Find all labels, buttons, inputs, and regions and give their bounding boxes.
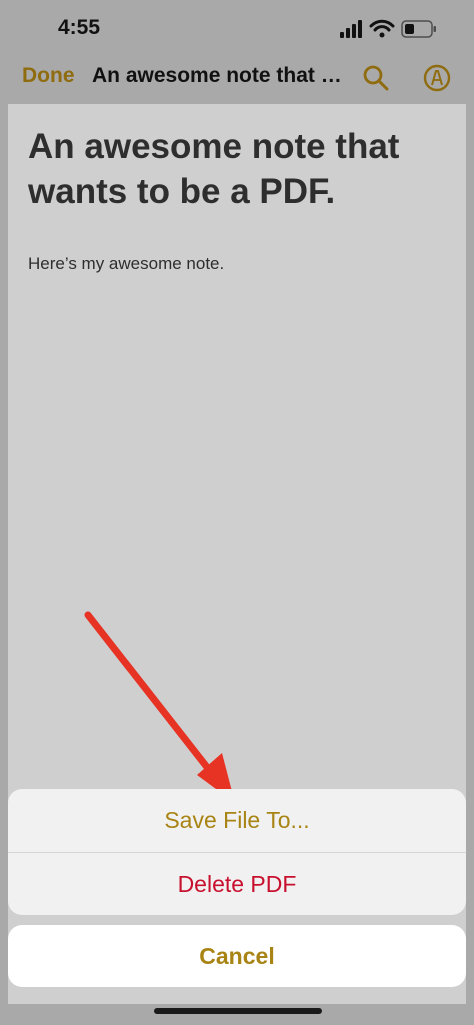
status-bar: 4:55 xyxy=(0,0,474,56)
action-sheet: Save File To... Delete PDF xyxy=(8,789,466,915)
document-title: An awesome note that wants to be a PDF. xyxy=(28,127,400,211)
nav-title: An awesome note that wants to be a PDF. xyxy=(92,64,344,87)
save-file-to-button[interactable]: Save File To... xyxy=(8,789,466,852)
done-button[interactable]: Done xyxy=(22,64,75,88)
nav-bar: Done An awesome note that wants to be a … xyxy=(0,56,474,100)
delete-pdf-button[interactable]: Delete PDF xyxy=(8,852,466,915)
cancel-button[interactable]: Cancel xyxy=(8,925,466,987)
status-icons xyxy=(340,18,440,45)
battery-icon xyxy=(401,20,436,38)
search-icon[interactable] xyxy=(362,64,390,97)
document-body: Here’s my awesome note. xyxy=(28,254,225,273)
status-time: 4:55 xyxy=(58,16,101,39)
markup-pen-icon[interactable] xyxy=(423,64,451,97)
home-indicator[interactable] xyxy=(154,1008,322,1014)
cellular-signal-icon xyxy=(340,20,362,38)
wifi-icon xyxy=(369,19,395,38)
